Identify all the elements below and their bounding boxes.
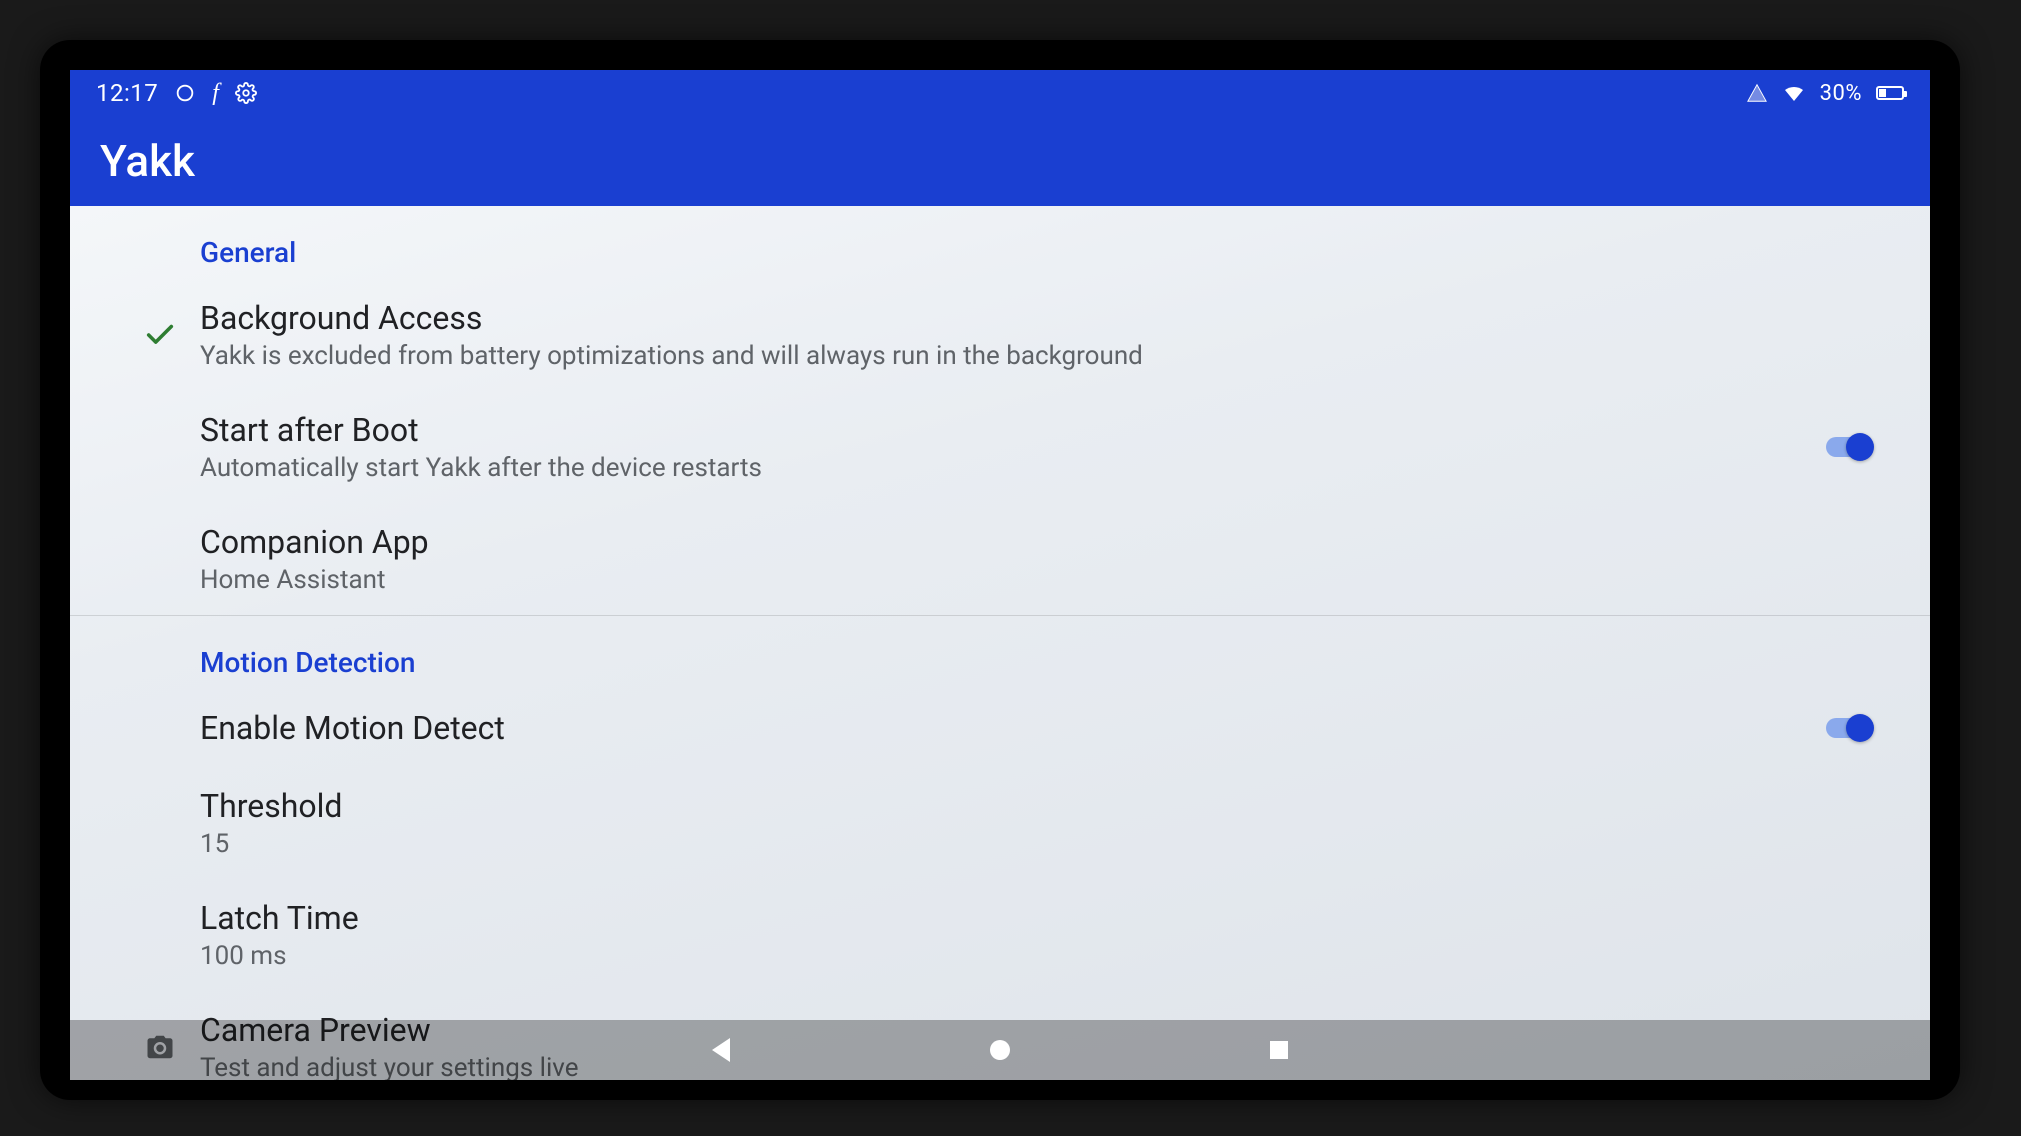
wifi-icon [1782,81,1806,105]
gear-icon [235,82,257,104]
pref-subtitle: Yakk is excluded from battery optimizati… [200,341,1890,371]
status-time: 12:17 [96,79,158,107]
pref-companion-app[interactable]: Companion App Home Assistant [70,503,1930,615]
battery-percent: 30% [1820,81,1862,106]
status-bar[interactable]: 12:17 f 30% [70,70,1930,116]
section-motion: Motion Detection Enable Motion Detect Th… [70,616,1930,1080]
app-bar: Yakk [70,116,1930,206]
nav-recent-button[interactable] [1270,1041,1288,1059]
pref-value: 100 ms [200,941,1890,971]
pref-value: 15 [200,829,1890,859]
pref-title: Latch Time [200,899,1890,937]
app-title: Yakk [100,135,195,187]
section-general: General Background Access Yakk is exclud… [70,206,1930,616]
check-icon [120,318,200,352]
status-right: 30% [1746,81,1904,106]
nav-home-button[interactable] [990,1040,1010,1060]
switch-enable-motion[interactable] [1826,718,1870,738]
switch-start-after-boot[interactable] [1826,437,1870,457]
cast-icon [1746,82,1768,104]
pref-latch-time[interactable]: Latch Time 100 ms [70,879,1930,991]
section-header-general: General [70,206,1930,279]
pref-background-access[interactable]: Background Access Yakk is excluded from … [70,279,1930,391]
section-header-motion: Motion Detection [70,616,1930,689]
nav-back-button[interactable] [712,1038,730,1062]
settings-content[interactable]: General Background Access Yakk is exclud… [70,206,1930,1080]
notification-icon [174,82,196,104]
battery-icon [1876,86,1904,100]
status-left: 12:17 f [96,79,257,107]
pref-subtitle: Home Assistant [200,565,1890,595]
pref-enable-motion[interactable]: Enable Motion Detect [70,689,1930,767]
f-icon: f [212,80,219,107]
pref-threshold[interactable]: Threshold 15 [70,767,1930,879]
screen: 12:17 f 30% Yakk [70,70,1930,1080]
pref-title: Enable Motion Detect [200,709,1800,747]
pref-start-after-boot[interactable]: Start after Boot Automatically start Yak… [70,391,1930,503]
tablet-frame: 12:17 f 30% Yakk [40,40,1960,1100]
navigation-bar [70,1020,1930,1080]
pref-title: Start after Boot [200,411,1800,449]
pref-subtitle: Automatically start Yakk after the devic… [200,453,1800,483]
pref-title: Companion App [200,523,1890,561]
pref-title: Threshold [200,787,1890,825]
pref-title: Background Access [200,299,1890,337]
